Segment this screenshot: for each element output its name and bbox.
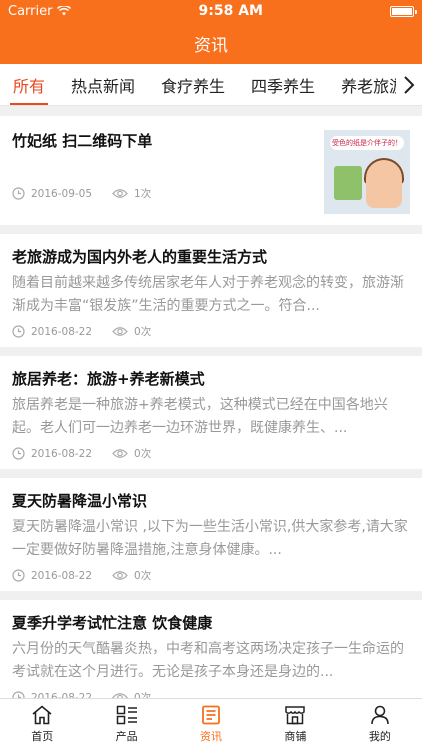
article-views: 0次 <box>134 570 152 582</box>
tabbar-me[interactable]: 我的 <box>338 699 422 750</box>
tab-hot-news[interactable]: 热点新闻 <box>58 64 148 105</box>
article-views: 0次 <box>134 692 152 698</box>
wifi-icon <box>57 6 72 16</box>
bottom-tab-bar: 首页 产品 资讯 商铺 我的 <box>0 698 422 750</box>
article-text: 竹妃纸 扫二维码下单 2016-09-05 1次 <box>12 130 152 217</box>
category-tabs: 所有 热点新闻 食疗养生 四季养生 养老旅游 <box>0 64 422 106</box>
article-title: 老旅游成为国内外老人的重要生活方式 <box>12 248 268 266</box>
article-meta: 2016-08-22 0次 <box>12 690 410 698</box>
tab-seasonal-health[interactable]: 四季养生 <box>238 64 328 105</box>
carrier-label: Carrier <box>8 3 53 19</box>
article-date: 2016-09-05 <box>31 187 93 200</box>
article-meta: 2016-08-22 0次 <box>12 324 410 339</box>
article-title: 竹妃纸 扫二维码下单 <box>12 132 153 150</box>
tabbar-home[interactable]: 首页 <box>0 699 84 750</box>
tabbar-products[interactable]: 产品 <box>84 699 168 750</box>
thumbnail-caption: 受色的纸是介伴子的！ <box>330 136 404 150</box>
battery-icon <box>390 5 417 17</box>
tabbar-shop-label: 商铺 <box>284 730 307 743</box>
article-card[interactable]: 夏天防暑降温小常识 夏天防暑降温小常识 ,以下为一些生活小常识,供大家参考,请大… <box>0 478 422 591</box>
tabbar-home-label: 首页 <box>31 730 54 743</box>
eye-icon <box>112 449 128 458</box>
status-time: 9:58 AM <box>198 3 263 19</box>
nav-bar: 资讯 <box>0 22 422 64</box>
tab-diet-health[interactable]: 食疗养生 <box>148 64 238 105</box>
tab-all[interactable]: 所有 <box>0 64 58 105</box>
article-summary: 六月份的天气酷暑炎热，中考和高考这两场决定孩子一生命运的考试就在这个月进行。无论… <box>12 641 404 680</box>
article-summary: 随着目前越来越多传统居家老年人对于养老观念的转变，旅游渐渐成为丰富“银发族”生活… <box>12 275 404 314</box>
article-meta: 2016-08-22 0次 <box>12 446 410 461</box>
article-title: 夏季升学考试忙注意 饮食健康 <box>12 614 213 632</box>
tabbar-news[interactable]: 资讯 <box>169 699 253 750</box>
clock-icon <box>12 569 25 582</box>
store-icon <box>285 706 306 725</box>
eye-icon <box>112 327 128 336</box>
thumbnail-face <box>366 160 402 208</box>
news-icon <box>202 705 220 725</box>
article-summary: 夏天防暑降温小常识 ,以下为一些生活小常识,供大家参考,请大家一定要做好防暑降温… <box>12 519 408 558</box>
article-views: 0次 <box>134 326 152 338</box>
article-date: 2016-08-22 <box>31 325 93 338</box>
grid-list-icon <box>116 705 137 725</box>
article-card[interactable]: 旅居养老：旅游+养老新模式 旅居养老是一种旅游+养老模式，这种模式已经在中国各地… <box>0 356 422 469</box>
tabs-more-button[interactable] <box>396 64 422 105</box>
tabbar-shop[interactable]: 商铺 <box>253 699 337 750</box>
tabbar-products-label: 产品 <box>115 730 138 743</box>
article-views: 1次 <box>134 188 152 200</box>
tabbar-me-label: 我的 <box>368 730 391 743</box>
article-card[interactable]: 夏季升学考试忙注意 饮食健康 六月份的天气酷暑炎热，中考和高考这两场决定孩子一生… <box>0 600 422 698</box>
home-icon <box>32 705 52 725</box>
user-icon <box>371 705 389 725</box>
eye-icon <box>112 189 128 198</box>
page-title: 资讯 <box>194 35 228 56</box>
status-bar: Carrier 9:58 AM <box>0 0 422 22</box>
article-date: 2016-08-22 <box>31 569 93 582</box>
article-list: 竹妃纸 扫二维码下单 2016-09-05 1次 受色的纸是介伴子的！ 老旅游成… <box>0 106 422 698</box>
article-card[interactable]: 竹妃纸 扫二维码下单 2016-09-05 1次 受色的纸是介伴子的！ <box>0 116 422 225</box>
article-meta: 2016-09-05 1次 <box>12 186 152 201</box>
tabbar-news-label: 资讯 <box>200 730 223 743</box>
clock-icon <box>12 691 25 698</box>
article-title: 旅居养老：旅游+养老新模式 <box>12 370 205 388</box>
eye-icon <box>112 571 128 580</box>
article-title: 夏天防暑降温小常识 <box>12 492 148 510</box>
article-views: 0次 <box>134 448 152 460</box>
thumbnail-product <box>334 166 362 200</box>
clock-icon <box>12 325 25 338</box>
clock-icon <box>12 447 25 460</box>
clock-icon <box>12 187 25 200</box>
chevron-right-icon <box>404 75 415 94</box>
article-summary: 旅居养老是一种旅游+养老模式，这种模式已经在中国各地兴起。老人们可一边养老一边环… <box>12 397 388 436</box>
article-card[interactable]: 老旅游成为国内外老人的重要生活方式 随着目前越来越多传统居家老年人对于养老观念的… <box>0 234 422 347</box>
article-thumbnail: 受色的纸是介伴子的！ <box>324 130 410 214</box>
article-meta: 2016-08-22 0次 <box>12 568 410 583</box>
article-date: 2016-08-22 <box>31 447 93 460</box>
status-left: Carrier <box>8 3 72 19</box>
